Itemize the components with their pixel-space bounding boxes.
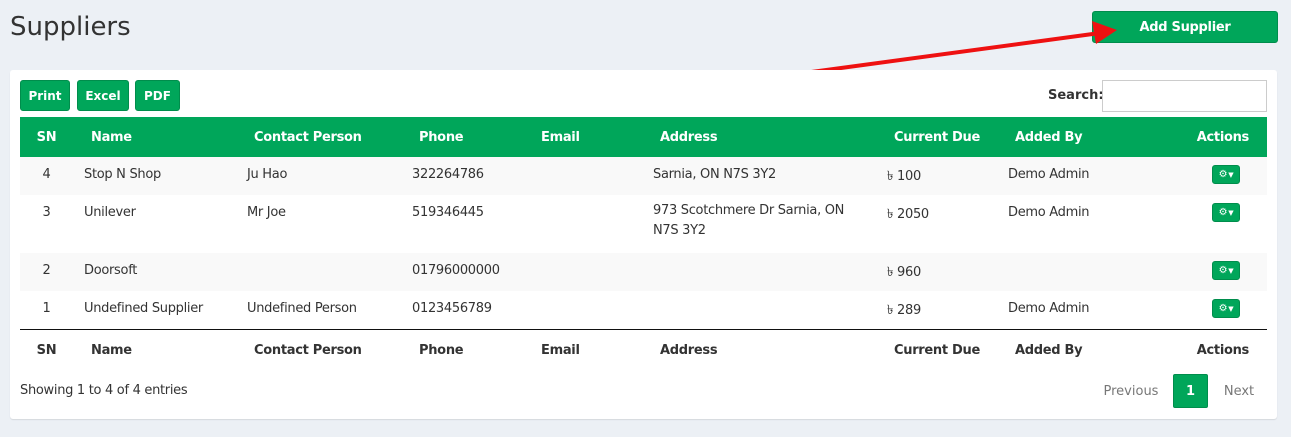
search-input[interactable] — [1102, 80, 1267, 112]
col-footer-actions: Actions — [1196, 342, 1250, 358]
cell-address: 973 Scotchmere Dr Sarnia, ON N7S 3Y2 — [653, 203, 845, 238]
cell-added-by: Demo Admin — [1008, 167, 1090, 182]
cell-actions: ⚙ ▼ — [1147, 157, 1267, 195]
col-footer-phone: Phone — [419, 342, 464, 358]
actions-dropdown-button[interactable]: ⚙ ▼ — [1212, 261, 1240, 280]
actions-dropdown-button[interactable]: ⚙ ▼ — [1212, 165, 1240, 184]
suppliers-table: SN Name Contact Person Phone Email Addre… — [20, 117, 1267, 371]
cell-current-due: ৳ 289 — [876, 291, 997, 330]
cell-actions: ⚙ ▼ — [1147, 291, 1267, 330]
cell-phone: 322264786 — [412, 167, 484, 182]
search-label: Search: — [1048, 88, 1104, 103]
cell-email — [523, 157, 642, 195]
col-footer-current-due: Current Due — [894, 342, 980, 358]
cell-address: Sarnia, ON N7S 3Y2 — [653, 167, 776, 182]
cell-address — [642, 291, 876, 330]
cell-name: Undefined Supplier — [73, 291, 236, 330]
cell-actions: ⚙ ▼ — [1147, 195, 1267, 253]
cell-added-by — [997, 253, 1147, 291]
cell-name: Doorsoft — [84, 263, 138, 278]
cell-contact: Undefined Person — [236, 291, 401, 330]
cell-current-due: ৳ 2050 — [887, 207, 929, 222]
col-footer-email: Email — [541, 342, 580, 358]
pdf-button[interactable]: PDF — [135, 80, 180, 111]
cell-sn: 1 — [20, 291, 73, 330]
cell-sn: 3 — [42, 205, 51, 220]
cell-phone: 0123456789 — [401, 291, 523, 330]
gear-icon: ⚙ — [1218, 207, 1228, 218]
gear-icon: ⚙ — [1218, 265, 1228, 276]
page-title: Suppliers — [10, 12, 131, 42]
cell-name: Unilever — [84, 205, 136, 220]
col-header-actions: Actions — [1196, 129, 1250, 145]
table-row: 2 Doorsoft 01796000000 ৳ 960 ⚙ ▼ — [20, 253, 1267, 291]
col-header-name[interactable]: Name — [73, 117, 236, 157]
gear-icon: ⚙ — [1218, 169, 1228, 180]
actions-dropdown-button[interactable]: ⚙ ▼ — [1212, 203, 1240, 222]
cell-email — [523, 195, 642, 253]
cell-email — [523, 253, 642, 291]
gear-icon: ⚙ — [1218, 303, 1228, 314]
actions-dropdown-button[interactable]: ⚙ ▼ — [1212, 299, 1240, 318]
caret-down-icon: ▼ — [1228, 266, 1234, 275]
table-footer-row: SN Name Contact Person Phone Email Addre… — [20, 329, 1267, 371]
col-footer-sn: SN — [36, 342, 57, 358]
col-footer-name: Name — [91, 342, 132, 358]
cell-contact: Mr Joe — [247, 205, 286, 220]
col-header-sn[interactable]: SN — [20, 117, 73, 157]
cell-address — [642, 253, 876, 291]
col-header-contact-person[interactable]: Contact Person — [236, 117, 401, 157]
col-footer-address: Address — [660, 342, 718, 358]
cell-phone: 519346445 — [412, 205, 484, 220]
cell-current-due: ৳ 960 — [887, 265, 921, 280]
cell-added-by: Demo Admin — [1008, 205, 1090, 220]
cell-email — [523, 291, 642, 330]
table-row: 3 Unilever Mr Joe 519346445 973 Scotchme… — [20, 195, 1267, 253]
col-header-email[interactable]: Email — [523, 117, 642, 157]
add-supplier-button[interactable]: Add Supplier — [1092, 11, 1278, 43]
pagination-next[interactable]: Next — [1213, 374, 1265, 408]
caret-down-icon: ▼ — [1228, 170, 1234, 179]
table-header-row: SN Name Contact Person Phone Email Addre… — [20, 117, 1267, 157]
table-row: 4 Stop N Shop Ju Hao 322264786 Sarnia, O… — [20, 157, 1267, 195]
cell-phone: 01796000000 — [412, 263, 500, 278]
cell-sn: 2 — [42, 263, 51, 278]
table-info: Showing 1 to 4 of 4 entries — [20, 383, 188, 398]
cell-name: Stop N Shop — [84, 167, 161, 182]
caret-down-icon: ▼ — [1228, 304, 1234, 313]
table-row: 1 Undefined Supplier Undefined Person 01… — [20, 291, 1267, 330]
cell-sn: 4 — [42, 167, 51, 182]
col-footer-contact-person: Contact Person — [254, 342, 362, 358]
cell-actions: ⚙ ▼ — [1147, 253, 1267, 291]
cell-contact — [236, 253, 401, 291]
col-footer-added-by: Added By — [1015, 342, 1083, 358]
cell-current-due: ৳ 100 — [887, 169, 921, 184]
cell-contact: Ju Hao — [247, 167, 288, 182]
cell-added-by: Demo Admin — [997, 291, 1147, 330]
pagination-page-1[interactable]: 1 — [1173, 374, 1208, 408]
excel-button[interactable]: Excel — [77, 80, 129, 111]
col-header-added-by[interactable]: Added By — [997, 117, 1147, 157]
col-header-current-due[interactable]: Current Due — [876, 117, 997, 157]
caret-down-icon: ▼ — [1228, 208, 1234, 217]
col-header-phone[interactable]: Phone — [401, 117, 523, 157]
col-header-address[interactable]: Address — [642, 117, 876, 157]
pagination-previous[interactable]: Previous — [1094, 374, 1168, 408]
print-button[interactable]: Print — [20, 80, 70, 111]
